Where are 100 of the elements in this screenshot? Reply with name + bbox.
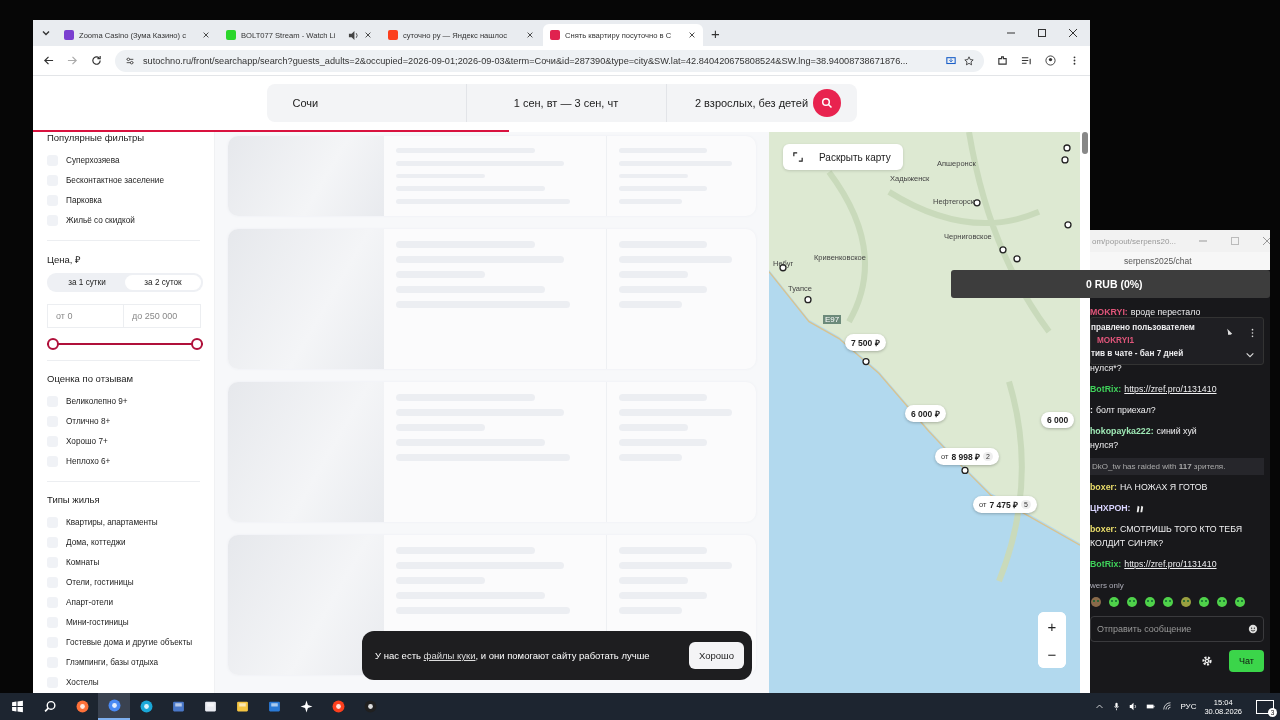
address-bar[interactable]: serpens2025/chat bbox=[1090, 252, 1270, 270]
filter-option-label[interactable]: Гостевые дома и другие объекты bbox=[66, 637, 193, 647]
filter-section-title: Цена, ₽ bbox=[47, 253, 83, 266]
price-label: 6 000 bbox=[1047, 415, 1069, 425]
chat-username[interactable]: hokopayka222: bbox=[1090, 425, 1154, 437]
chat-username[interactable]: boxer: bbox=[1090, 481, 1117, 493]
reload-icon[interactable] bbox=[91, 55, 102, 66]
emote-icon[interactable] bbox=[1108, 596, 1120, 608]
emote-icon[interactable] bbox=[1198, 596, 1210, 608]
price-pin[interactable]: 7 500 ₽ bbox=[845, 334, 886, 351]
price-range-slider[interactable] bbox=[47, 338, 203, 350]
filter-option-label[interactable]: Отели, гостиницы bbox=[66, 577, 134, 587]
settings-icon[interactable] bbox=[1201, 655, 1214, 667]
filter-option-label[interactable]: Парковка bbox=[66, 195, 102, 205]
filter-option-label[interactable]: Хостелы bbox=[66, 677, 99, 687]
destination-field[interactable]: Сочи bbox=[266, 84, 466, 122]
folder-icon bbox=[235, 700, 249, 713]
media-list-icon[interactable] bbox=[1021, 55, 1032, 66]
recorder-icon bbox=[363, 700, 377, 713]
wifi-icon[interactable] bbox=[1163, 702, 1173, 711]
maximize-icon[interactable] bbox=[1037, 28, 1047, 38]
filter-option-label[interactable]: Комнаты bbox=[66, 557, 100, 567]
raid-notice: DkO_tw has raided with 117 зрителя. bbox=[1090, 458, 1264, 475]
filter-option-label[interactable]: Хорошо 7+ bbox=[66, 436, 108, 446]
price-period-tab[interactable]: за 1 сутки bbox=[49, 275, 125, 290]
emote-icon[interactable] bbox=[1162, 596, 1174, 608]
search-icon[interactable] bbox=[44, 700, 57, 713]
emote-icon[interactable] bbox=[1234, 596, 1246, 608]
emote-icon[interactable] bbox=[1126, 596, 1138, 608]
chat-username[interactable]: MOKRYI1 bbox=[1091, 334, 1221, 347]
price-label: 8 998 ₽ bbox=[951, 451, 981, 462]
install-app-icon[interactable] bbox=[946, 55, 956, 66]
address-bar[interactable]: sutochno.ru/front/searchapp/search?guests_adults=2&occupied=2026-09-01;2026-09-03&term=Сочи&id=287390&type=city&SW.lat=42.840420675808524&SW.lng=38.94008738671876... bbox=[115, 49, 984, 72]
chat-username[interactable]: ЦНХРОН: bbox=[1090, 502, 1131, 514]
slider-handle[interactable] bbox=[47, 338, 59, 350]
chat-link[interactable]: https://zref.pro/1131410 bbox=[1124, 383, 1217, 395]
price-pin[interactable]: 6 000 ₽ bbox=[905, 405, 946, 422]
slider-handle[interactable] bbox=[191, 338, 203, 350]
chat-link[interactable]: https://zref.pro/1131410 bbox=[1124, 558, 1217, 570]
price-period-tab[interactable]: за 2 суток bbox=[125, 275, 201, 290]
price-pin[interactable]: 6 000 bbox=[1041, 412, 1075, 428]
speaker-icon[interactable] bbox=[348, 29, 359, 41]
battery-icon[interactable] bbox=[1146, 702, 1156, 711]
guests-field[interactable]: 2 взрослых, без детей bbox=[666, 84, 857, 122]
emote-icon[interactable] bbox=[1180, 596, 1192, 608]
map-drawing[interactable] bbox=[769, 132, 1080, 693]
new-tab-button[interactable]: + bbox=[711, 26, 720, 41]
filter-option-label[interactable]: Дома, коттеджи bbox=[66, 537, 126, 547]
start-icon[interactable] bbox=[11, 700, 24, 713]
more-icon[interactable] bbox=[1250, 328, 1255, 338]
language-indicator[interactable]: РУС bbox=[1180, 702, 1197, 711]
price-label: 6 000 ₽ bbox=[911, 408, 940, 419]
speaker-icon[interactable] bbox=[1129, 702, 1139, 711]
filter-option-label[interactable]: Апарт-отели bbox=[66, 597, 113, 607]
tab-list-icon[interactable] bbox=[41, 28, 51, 38]
price-label: 7 500 ₽ bbox=[851, 337, 880, 348]
accept-button[interactable]: Хорошо bbox=[689, 642, 744, 669]
back-arrow-icon[interactable] bbox=[43, 55, 54, 66]
filter-option-label[interactable]: Неплохо 6+ bbox=[66, 456, 111, 466]
chat-username[interactable]: : bbox=[1090, 404, 1093, 416]
filter-option-label[interactable]: Бесконтактное заселение bbox=[66, 175, 164, 185]
chevron-up-icon[interactable] bbox=[1095, 702, 1105, 711]
filter-option-label[interactable]: Мини-гостиницы bbox=[66, 617, 129, 627]
price-from-field[interactable]: от 0 bbox=[47, 304, 124, 328]
profile-icon[interactable] bbox=[1045, 55, 1056, 66]
close-icon[interactable] bbox=[526, 31, 534, 39]
chat-input-field[interactable]: Отправить сообщение bbox=[1090, 616, 1264, 642]
chat-username[interactable]: boxer: bbox=[1090, 523, 1117, 535]
site-settings-icon[interactable] bbox=[125, 55, 135, 66]
chat-username[interactable]: BotRix: bbox=[1090, 383, 1122, 395]
extensions-icon[interactable] bbox=[997, 55, 1008, 66]
close-icon[interactable] bbox=[364, 31, 372, 39]
scrollbar-thumb[interactable] bbox=[1082, 132, 1088, 154]
filter-option-label[interactable]: Квартиры, апартаменты bbox=[66, 517, 158, 527]
close-icon[interactable] bbox=[688, 31, 696, 39]
filter-option-label[interactable]: Жильё со скидкой bbox=[66, 215, 135, 225]
chat-message: нулся? bbox=[1090, 439, 1119, 451]
close-icon[interactable] bbox=[202, 31, 210, 39]
chat-send-button[interactable]: Чат bbox=[1229, 650, 1264, 672]
microphone-icon[interactable] bbox=[1112, 702, 1122, 711]
dates-field[interactable]: 1 сен, вт — 3 сен, чт bbox=[465, 84, 667, 122]
site-logo-icon bbox=[226, 30, 236, 40]
filter-option-label[interactable]: Суперхозяева bbox=[66, 155, 120, 165]
smiley-icon[interactable] bbox=[1248, 624, 1258, 634]
emote-icon[interactable] bbox=[1144, 596, 1156, 608]
expand-map-button[interactable]: Раскрыть карту bbox=[783, 144, 903, 170]
chat-message: КОЛДИТ СИНЯК? bbox=[1090, 537, 1164, 549]
close-icon[interactable] bbox=[1068, 28, 1078, 38]
filter-option-label[interactable]: Отлично 8+ bbox=[66, 416, 111, 426]
site-logo-icon bbox=[388, 30, 398, 40]
chevron-down-icon[interactable] bbox=[1245, 350, 1255, 360]
bookmark-star-icon[interactable] bbox=[964, 55, 974, 66]
filter-option-label[interactable]: Великолепно 9+ bbox=[66, 396, 128, 406]
chat-message: СМОТРИШЬ ТОГО КТО ТЕБЯ bbox=[1119, 523, 1243, 535]
chat-username[interactable]: MOKRYI: bbox=[1090, 306, 1128, 318]
chat-username[interactable]: BotRix: bbox=[1090, 558, 1122, 570]
site-logo-icon bbox=[550, 30, 560, 40]
emote-icon[interactable] bbox=[1216, 596, 1228, 608]
filter-option-label[interactable]: Глэмпинги, базы отдыха bbox=[66, 657, 159, 667]
price-to-field[interactable]: до 250 000 bbox=[124, 304, 201, 328]
